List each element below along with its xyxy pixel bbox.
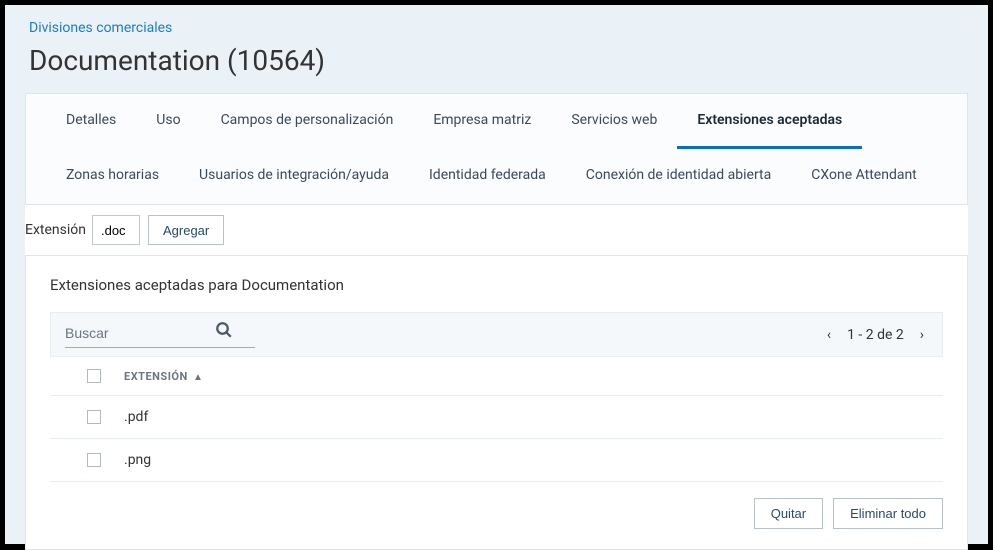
tab-identidad-federada[interactable]: Identidad federada <box>409 149 566 204</box>
tab-detalles[interactable]: Detalles <box>46 94 136 149</box>
row-checkbox[interactable] <box>87 410 101 424</box>
tab-empresa-matriz[interactable]: Empresa matriz <box>413 94 551 149</box>
column-header-extension[interactable]: EXTENSIÓN ▲ <box>124 370 203 383</box>
pagination-next-icon[interactable]: › <box>916 327 928 343</box>
extension-label: Extensión <box>25 222 86 238</box>
remove-button[interactable]: Quitar <box>754 498 823 529</box>
row-extension-value: .pdf <box>124 409 148 425</box>
search-input[interactable] <box>65 325 215 341</box>
tab-cxone-attendant[interactable]: CXone Attendant <box>791 149 937 204</box>
table-row: .png <box>50 439 943 482</box>
extension-input[interactable] <box>92 215 140 245</box>
tabs-container: Detalles Uso Campos de personalización E… <box>25 93 968 205</box>
select-all-checkbox[interactable] <box>87 369 101 383</box>
panel-title: Extensiones aceptadas para Documentation <box>50 276 943 294</box>
search-wrap <box>65 321 255 348</box>
add-button[interactable]: Agregar <box>148 215 224 245</box>
tab-uso[interactable]: Uso <box>136 94 200 149</box>
tab-zonas-horarias[interactable]: Zonas horarias <box>46 149 179 204</box>
table-header-row: EXTENSIÓN ▲ <box>50 357 943 396</box>
pagination-prev-icon[interactable]: ‹ <box>823 327 835 343</box>
row-checkbox[interactable] <box>87 453 101 467</box>
tab-servicios-web[interactable]: Servicios web <box>551 94 677 149</box>
page-title: Documentation (10564) <box>29 44 964 77</box>
row-extension-value: .png <box>124 452 151 468</box>
column-header-label: EXTENSIÓN <box>124 370 188 383</box>
footer-actions: Quitar Eliminar todo <box>50 498 943 529</box>
table-row: .pdf <box>50 396 943 439</box>
tab-conexion-identidad-abierta[interactable]: Conexión de identidad abierta <box>566 149 792 204</box>
pagination: ‹ 1 - 2 de 2 › <box>823 327 928 343</box>
extension-add-row: Extensión Agregar <box>25 205 968 256</box>
breadcrumb-link[interactable]: Divisiones comerciales <box>29 20 172 36</box>
tab-campos-personalizacion[interactable]: Campos de personalización <box>201 94 414 149</box>
tab-extensiones-aceptadas[interactable]: Extensiones aceptadas <box>677 94 862 149</box>
remove-all-button[interactable]: Eliminar todo <box>833 498 943 529</box>
table-toolbar: ‹ 1 - 2 de 2 › <box>50 312 943 357</box>
content-panel: Extensiones aceptadas para Documentation… <box>25 256 968 550</box>
sort-asc-icon: ▲ <box>193 372 203 383</box>
tab-usuarios-integracion[interactable]: Usuarios de integración/ayuda <box>179 149 409 204</box>
search-icon[interactable] <box>215 321 233 344</box>
pagination-text: 1 - 2 de 2 <box>847 327 904 343</box>
